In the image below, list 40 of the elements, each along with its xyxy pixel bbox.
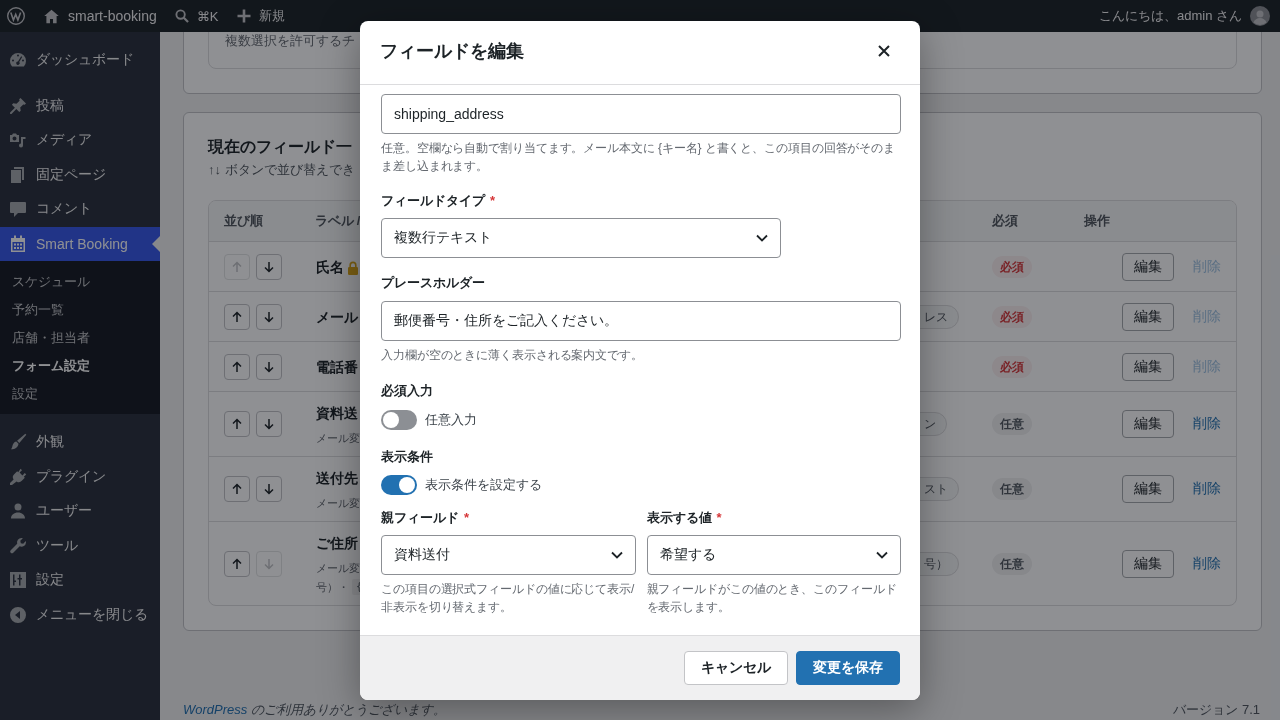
- help-text: 親フィールドがこの値のとき、このフィールドを表示します。: [646, 580, 898, 616]
- required-asterisk: *: [490, 191, 496, 210]
- required-badge: 必須: [992, 305, 1032, 328]
- field-label: 送付先: [316, 470, 358, 488]
- column-header: 操作: [1084, 213, 1110, 228]
- footer-thanks-text: WordPress のご利用ありがとうございます。: [183, 702, 447, 718]
- help-text: 任意。空欄なら自動で割り当てます。メール本文に {キー名} と書くと、この項目の回答がそのまま差し込まれます。: [381, 139, 897, 175]
- required-asterisk: *: [716, 508, 722, 527]
- column-header: ラベル /: [315, 213, 361, 228]
- field-label: ご住所: [316, 535, 358, 553]
- required-badge: 任意: [992, 552, 1032, 575]
- required-badge: 任意: [992, 413, 1032, 435]
- dialog-title: フィールドを編集: [380, 39, 524, 63]
- toggle-label: 表示条件を設定する: [425, 475, 542, 494]
- option-description: 複数選択を許可するチ: [225, 33, 355, 48]
- version-text: バージョン 7.1: [1173, 702, 1260, 718]
- field-note: 号）・: [316, 580, 349, 595]
- field-label: 氏名: [316, 259, 344, 277]
- field-label: プレースホルダー: [381, 273, 485, 292]
- field-label: 親フィールド: [381, 508, 459, 527]
- field-label: メール: [316, 309, 358, 327]
- field-label: 必須入力: [381, 381, 433, 400]
- column-header: 必須: [992, 213, 1018, 228]
- required-badge: 必須: [992, 255, 1032, 278]
- field-note: メール変: [316, 561, 360, 576]
- field-label: 表示する値: [646, 508, 712, 527]
- field-label: 資料送: [316, 405, 358, 423]
- required-badge: 任意: [992, 478, 1032, 500]
- field-note: メール変: [316, 431, 360, 446]
- field-label: 電話番: [316, 359, 358, 377]
- toggle-label: 任意入力: [425, 410, 477, 429]
- section-description: ↑↓ ボタンで並び替えでき: [208, 161, 355, 179]
- field-label: フィールドタイプ: [381, 191, 485, 210]
- required-badge: 必須: [992, 355, 1032, 378]
- section-title: 現在のフィールド一: [208, 137, 352, 157]
- column-header: 並び順: [224, 213, 263, 228]
- help-text: 入力欄が空のときに薄く表示される案内文です。: [381, 346, 644, 364]
- field-label: 表示条件: [381, 447, 433, 466]
- field-note: メール変: [316, 496, 360, 511]
- required-asterisk: *: [464, 508, 470, 527]
